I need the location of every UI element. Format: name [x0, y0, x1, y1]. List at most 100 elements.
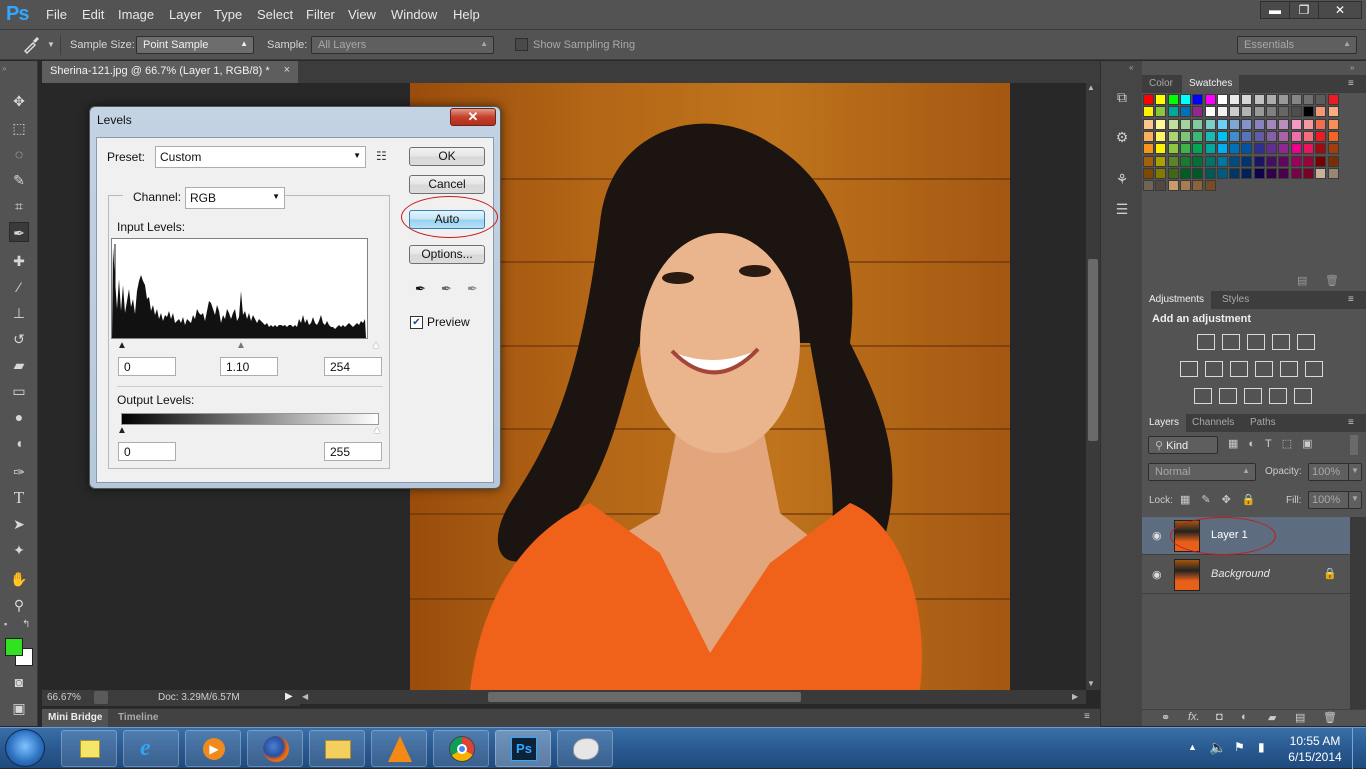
color-swatch[interactable]	[1167, 130, 1179, 142]
path-selection-tool-icon[interactable]: ➤	[9, 514, 29, 534]
clock-date[interactable]: 6/15/2014	[1287, 750, 1343, 764]
color-swatch[interactable]	[1143, 180, 1154, 192]
color-swatch[interactable]	[1167, 118, 1179, 130]
restore-button[interactable]: ❐	[1289, 1, 1319, 19]
selective-color-icon[interactable]	[1294, 388, 1312, 404]
posterize-icon[interactable]	[1219, 388, 1237, 404]
threshold-icon[interactable]	[1244, 388, 1262, 404]
opacity-field[interactable]: 100%	[1308, 463, 1350, 481]
crop-tool-icon[interactable]: ⌗	[9, 196, 29, 216]
screen-mode-icon[interactable]: ▣	[9, 698, 29, 718]
eyedropper-tool-icon[interactable]: ✒	[9, 222, 29, 242]
color-swatch[interactable]	[1229, 143, 1241, 155]
color-swatch[interactable]	[1241, 167, 1253, 179]
quick-mask-icon[interactable]: ◙	[9, 672, 29, 692]
tool-preset-chevron-icon[interactable]: ▼	[47, 40, 55, 49]
ok-button[interactable]: OK	[409, 147, 485, 166]
document-tab[interactable]: Sherina-121.jpg @ 66.7% (Layer 1, RGB/8)…	[42, 61, 298, 83]
color-swatch[interactable]	[1253, 118, 1265, 130]
color-swatch[interactable]	[1143, 118, 1154, 130]
color-swatch[interactable]	[1155, 106, 1167, 118]
color-lookup-icon[interactable]	[1305, 361, 1323, 377]
color-swatch[interactable]	[1179, 130, 1191, 142]
color-swatch[interactable]	[1155, 167, 1167, 179]
color-swatch[interactable]	[1278, 155, 1290, 167]
menu-view[interactable]: View	[348, 7, 376, 22]
menu-help[interactable]: Help	[453, 7, 480, 22]
show-desktop-button[interactable]	[1352, 728, 1366, 769]
vibrance-icon[interactable]	[1297, 334, 1315, 350]
color-swatch[interactable]	[1327, 118, 1339, 130]
menu-layer[interactable]: Layer	[169, 7, 202, 22]
input-gamma-field[interactable]: 1.10	[220, 357, 278, 376]
taskbar-vlc[interactable]	[371, 730, 427, 767]
pen-tool-icon[interactable]: ✑	[9, 462, 29, 482]
taskbar-sticky-notes[interactable]	[61, 730, 117, 767]
color-swatch[interactable]	[1315, 167, 1327, 179]
color-swatch[interactable]	[1327, 94, 1339, 105]
vertical-scroll-thumb[interactable]	[1088, 259, 1098, 441]
color-swatch[interactable]	[1143, 143, 1154, 155]
color-swatch[interactable]	[1204, 118, 1216, 130]
volume-icon[interactable]: 🔈	[1209, 739, 1226, 756]
levels-icon[interactable]	[1222, 334, 1240, 350]
color-swatch[interactable]	[1290, 143, 1302, 155]
gradient-tool-icon[interactable]: ▭	[9, 381, 29, 401]
eraser-tool-icon[interactable]: ▰	[9, 355, 29, 375]
preset-dropdown[interactable]: Custom ▼	[155, 146, 366, 168]
tab-adjustments[interactable]: Adjustments	[1142, 291, 1212, 309]
color-swatch[interactable]	[1192, 118, 1204, 130]
quick-select-tool-icon[interactable]: ✎	[9, 170, 29, 190]
exposure-icon[interactable]	[1272, 334, 1290, 350]
color-swatch[interactable]	[1192, 143, 1204, 155]
layer-filter-icons[interactable]: ▦◐T⬚▣	[1228, 437, 1323, 450]
color-swatch[interactable]	[1302, 167, 1314, 179]
color-swatch[interactable]	[1241, 94, 1253, 105]
sampling-ring-checkbox[interactable]	[515, 38, 528, 51]
delete-swatch-icon[interactable]: 🗑	[1325, 274, 1339, 287]
sample-dropdown[interactable]: All Layers ▲	[311, 36, 494, 54]
menu-edit[interactable]: Edit	[82, 7, 104, 22]
color-swatch[interactable]	[1302, 106, 1314, 118]
start-button[interactable]	[5, 729, 45, 767]
hue-saturation-icon[interactable]	[1180, 361, 1198, 377]
workspace-dropdown[interactable]: Essentials ▲	[1237, 36, 1357, 54]
menu-file[interactable]: File	[46, 7, 67, 22]
zoom-level[interactable]: 66.67%	[47, 692, 81, 703]
tab-swatches[interactable]: Swatches	[1182, 75, 1240, 93]
input-gamma-slider[interactable]: ▲	[236, 340, 246, 351]
color-swatch[interactable]	[1155, 94, 1167, 105]
link-layers-icon[interactable]: ⚭	[1161, 711, 1170, 724]
color-swatch[interactable]	[1327, 143, 1339, 155]
tab-paths[interactable]: Paths	[1243, 414, 1283, 432]
color-swatch[interactable]	[1155, 180, 1167, 192]
lasso-tool-icon[interactable]: ◌	[9, 144, 29, 164]
color-swatch[interactable]	[1167, 94, 1179, 105]
hand-tool-icon[interactable]: ✋	[9, 569, 29, 589]
scroll-up-icon[interactable]: ▲	[1087, 83, 1095, 92]
color-swatch[interactable]	[1167, 106, 1179, 118]
marquee-tool-icon[interactable]: ⬚	[9, 118, 29, 138]
color-swatch[interactable]	[1241, 130, 1253, 142]
scroll-right-icon[interactable]: ▶	[1072, 692, 1078, 701]
color-swatch[interactable]	[1192, 130, 1204, 142]
color-swatch[interactable]	[1179, 94, 1191, 105]
color-swatch[interactable]	[1315, 143, 1327, 155]
color-swatch[interactable]	[1216, 118, 1228, 130]
eye-icon[interactable]: ◉	[1152, 568, 1162, 581]
add-mask-icon[interactable]: ◘	[1216, 711, 1223, 723]
horizontal-scrollbar[interactable]: ◀ ▶	[300, 690, 1086, 704]
color-swatch[interactable]	[1155, 155, 1167, 167]
color-swatch[interactable]	[1290, 167, 1302, 179]
layers-scrollbar[interactable]	[1350, 517, 1366, 711]
color-swatch[interactable]	[1290, 155, 1302, 167]
color-swatch[interactable]	[1278, 143, 1290, 155]
white-point-eyedropper-icon[interactable]: ✒	[467, 281, 478, 297]
color-swatch[interactable]	[1179, 143, 1191, 155]
close-window-button[interactable]: ✕	[1318, 1, 1362, 19]
input-black-field[interactable]: 0	[118, 357, 176, 376]
color-swatch[interactable]	[1290, 94, 1302, 105]
color-swatch[interactable]	[1204, 106, 1216, 118]
new-layer-icon[interactable]: ▤	[1295, 711, 1305, 724]
swap-colors-icon[interactable]: ↰	[22, 619, 30, 630]
